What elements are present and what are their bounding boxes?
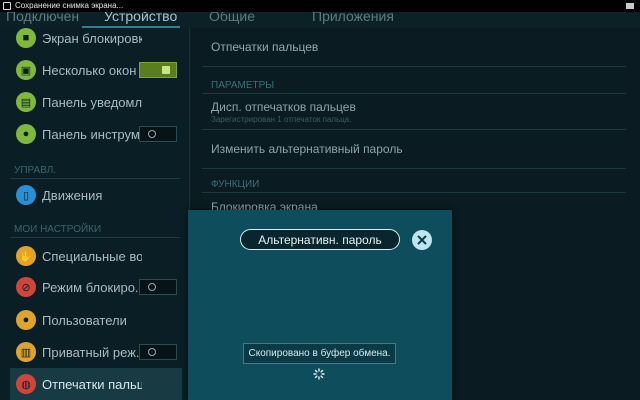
section-control: УПРАВЛ. [14, 165, 57, 176]
toolbox-toggle[interactable] [139, 126, 177, 142]
private-mode-icon: ▥ [16, 342, 36, 362]
close-button[interactable] [412, 230, 432, 250]
motion-icon: ▯ [16, 185, 36, 205]
users-icon: ● [16, 310, 36, 330]
fingerprint-icon: ◍ [16, 374, 36, 394]
lock-screen-icon: ■ [16, 28, 36, 48]
close-icon [417, 235, 427, 245]
sidebar-item-label: Движения [42, 187, 103, 203]
status-notification: Сохранение снимка экрана... [15, 1, 124, 10]
sidebar-item-label: Панель уведомлений [42, 94, 142, 110]
content-divider [202, 192, 626, 193]
sidebar-item-accessibility[interactable]: ✋ Специальные возможно... [0, 240, 190, 272]
sidebar-item-multi-window[interactable]: ▣ Несколько окон [0, 54, 190, 86]
sidebar-item-fingerprints[interactable]: ◍ Отпечатки пальцев [10, 368, 182, 400]
section-functions: ФУНКЦИИ [211, 179, 260, 190]
sidebar-item-private-mode[interactable]: ▥ Приватный реж... [0, 336, 190, 368]
screenshot-icon [3, 2, 11, 10]
sidebar: ■ Экран блокировки ▣ Несколько окон ▤ Па… [0, 28, 190, 400]
toolbox-icon: ● [16, 124, 36, 144]
content-divider [202, 66, 626, 67]
multi-window-icon: ▣ [16, 60, 36, 80]
multi-window-toggle[interactable] [139, 62, 177, 78]
tab-connections[interactable]: Подключен [0, 12, 82, 28]
section-params: ПАРАМЕТРЫ [211, 80, 275, 91]
sidebar-item-blocking-mode[interactable]: ⊘ Режим блокиро... [0, 271, 190, 303]
section-divider [10, 237, 180, 238]
toggle-knob [148, 130, 156, 138]
content-divider [202, 129, 626, 130]
blocking-mode-icon: ⊘ [16, 277, 36, 297]
content-divider [202, 168, 626, 169]
change-password-item[interactable]: Изменить альтернативный пароль [211, 142, 403, 156]
sidebar-item-label: Панель инструм... [42, 126, 142, 142]
private-mode-toggle[interactable] [139, 344, 177, 360]
alternative-password-dialog: Альтернативн. пароль Скопировано в буфер… [188, 210, 452, 400]
page-title: Отпечатки пальцев [211, 40, 319, 54]
blocking-mode-toggle[interactable] [139, 279, 177, 295]
sidebar-item-label: Отпечатки пальцев [42, 376, 142, 392]
status-bar: Сохранение снимка экрана... [0, 0, 640, 12]
alternative-password-field[interactable]: Альтернативн. пароль [240, 229, 400, 250]
sidebar-item-label: Приватный реж... [42, 344, 142, 360]
content-divider [202, 93, 626, 94]
toggle-knob [148, 283, 156, 291]
sidebar-item-label: Несколько окон [42, 62, 137, 78]
fingerprint-manager-item[interactable]: Дисп. отпечатков пальцев [211, 100, 356, 114]
notification-panel-icon: ▤ [16, 92, 36, 112]
sidebar-item-notification-panel[interactable]: ▤ Панель уведомлений [0, 86, 190, 118]
tab-device[interactable]: Устройство [82, 12, 180, 28]
clipboard-toast: Скопировано в буфер обмена. [243, 343, 396, 364]
sidebar-item-label: Специальные возможно... [42, 248, 142, 264]
accessibility-icon: ✋ [16, 246, 36, 266]
sidebar-item-label: Экран блокировки [42, 30, 142, 46]
sidebar-item-toolbox[interactable]: ● Панель инструм... [0, 118, 190, 150]
tab-applications[interactable]: Приложения [285, 12, 432, 28]
tab-general[interactable]: Общие [180, 12, 285, 28]
toggle-knob [162, 66, 170, 74]
sidebar-item-label: Пользователи [42, 312, 127, 328]
settings-tabs: Подключен Устройство Общие Приложения [0, 12, 640, 28]
section-my-settings: МОИ НАСТРОЙКИ [14, 224, 102, 235]
sidebar-item-label: Режим блокиро... [42, 279, 142, 295]
registered-note: Зарегистрирован 1 отпечаток пальца. [211, 115, 352, 124]
battery-icon [626, 3, 634, 9]
sidebar-item-users[interactable]: ● Пользователи [0, 304, 190, 336]
sidebar-item-motion[interactable]: ▯ Движения [0, 179, 190, 211]
loading-spinner-icon [313, 368, 325, 380]
toggle-knob [148, 348, 156, 356]
